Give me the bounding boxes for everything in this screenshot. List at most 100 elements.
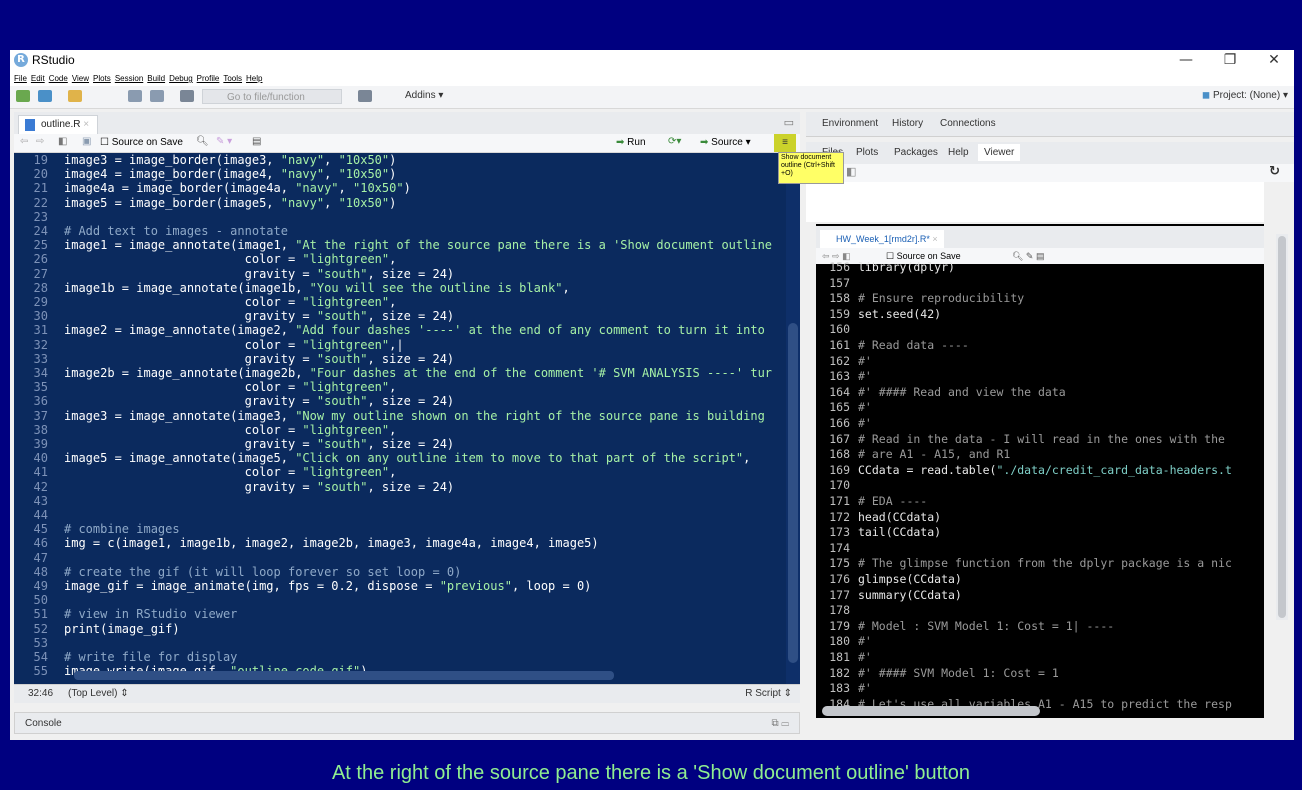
goto-file-input[interactable]: Go to file/function xyxy=(202,89,342,104)
code-line: color = "lightgreen",| xyxy=(64,338,404,352)
tab-environment[interactable]: Environment xyxy=(822,118,878,129)
code-line: glimpse(CCdata) xyxy=(858,572,962,588)
code-line: image3 = image_border(image3, "navy", "1… xyxy=(64,153,396,167)
code-token: , size = 24) xyxy=(367,351,455,366)
compile-report-icon[interactable]: ▤ xyxy=(252,136,261,147)
menu-item[interactable]: Profile xyxy=(197,72,220,86)
close-tab-icon[interactable]: × xyxy=(83,119,89,130)
scope-selector[interactable]: (Top Level) ⇕ xyxy=(68,685,129,703)
forward-icon[interactable]: ⇨ xyxy=(36,136,44,147)
document-outline-icon[interactable]: ≡ xyxy=(774,134,796,152)
scope-label: (Top Level) xyxy=(68,688,118,699)
viewer-vertical-scrollbar[interactable] xyxy=(1276,234,1288,620)
source-pane: outline.R × ▭ ⇦ ⇨ ◧ ▣ ☐ Source on Save 🔍… xyxy=(14,112,800,734)
menu-item[interactable]: File xyxy=(14,72,27,86)
menu-bar: File Edit Code View Plots Session Build Debug Pr… xyxy=(10,72,1294,86)
code-line: head(CCdata) xyxy=(858,510,941,526)
line-number: 38 xyxy=(33,422,48,437)
save-file-icon[interactable]: ▣ xyxy=(82,136,91,147)
tab-help[interactable]: Help xyxy=(948,147,969,158)
code-token: "navy" xyxy=(295,181,339,196)
menu-item[interactable]: Plots xyxy=(93,72,111,86)
open-file-icon[interactable] xyxy=(68,90,82,102)
line-number: 52 xyxy=(33,621,48,636)
line-number: 19 xyxy=(33,153,48,167)
code-token: ) xyxy=(389,195,397,210)
line-number: 55 xyxy=(33,664,48,679)
rerun-icon[interactable]: ⟳▾ xyxy=(668,136,681,147)
pane-maximize-icon[interactable]: ▭ xyxy=(784,116,794,129)
environment-tabs: Environment History Connections xyxy=(806,112,1294,137)
console-restore-icon[interactable]: ⧉ ▭ xyxy=(771,713,789,735)
scroll-thumb[interactable] xyxy=(788,323,798,663)
line-number: 29 xyxy=(33,295,48,309)
code-line: image1 = image_annotate(image1, "At the … xyxy=(64,238,772,252)
tab-history[interactable]: History xyxy=(892,118,923,129)
menu-item[interactable]: Edit xyxy=(31,72,45,86)
code-token: ) xyxy=(403,181,411,196)
viewer-horizontal-scrollbar[interactable] xyxy=(822,706,1040,716)
save-all-icon[interactable] xyxy=(150,90,164,102)
menu-item[interactable]: View xyxy=(72,72,89,86)
tab-packages[interactable]: Packages xyxy=(894,147,938,158)
code-token: # Model : SVM Model 1: Cost = 1| ---- xyxy=(858,618,1115,633)
restore-button[interactable]: ❐ xyxy=(1210,50,1250,72)
code-line: image4 = image_border(image4, "navy", "1… xyxy=(64,167,396,181)
minimize-button[interactable]: — xyxy=(1166,50,1206,72)
viewer-export-icon[interactable]: ◧ xyxy=(846,165,856,178)
code-token: , xyxy=(389,465,397,480)
code-token: "10x50" xyxy=(338,167,390,182)
editor-status-bar: 32:46 (Top Level) ⇕ R Script ⇕ xyxy=(14,684,800,703)
run-button[interactable]: ➡ Run xyxy=(616,137,646,148)
code-editor[interactable]: 19 image3 = image_border(image3, "navy", … xyxy=(14,153,800,684)
project-menu[interactable]: ◼ Project: (None) ▾ xyxy=(1202,90,1288,101)
line-number: 27 xyxy=(33,266,48,281)
line-number: 42 xyxy=(33,479,48,494)
code-line: # Read data ---- xyxy=(858,338,969,354)
console-pane[interactable]: Console ⧉ ▭ xyxy=(14,712,800,734)
menu-item[interactable]: Tools xyxy=(223,72,242,86)
menu-item[interactable]: Help xyxy=(246,72,262,86)
tab-connections[interactable]: Connections xyxy=(940,118,996,129)
tab-outline-r[interactable]: outline.R × xyxy=(18,115,99,134)
line-number: 166 xyxy=(829,416,850,430)
new-file-icon[interactable] xyxy=(16,90,30,102)
print-icon[interactable] xyxy=(180,90,194,102)
code-token: "lightgreen" xyxy=(302,252,390,267)
search-icon[interactable]: 🔍︎ xyxy=(196,136,209,147)
file-type-selector[interactable]: R Script ⇕ xyxy=(745,685,792,703)
code-token: "south" xyxy=(316,309,368,324)
code-token: "You will see the outline is blank" xyxy=(309,280,563,295)
close-button[interactable]: ✕ xyxy=(1254,50,1294,72)
menu-item[interactable]: Code xyxy=(49,72,68,86)
new-project-icon[interactable] xyxy=(38,90,52,102)
menu-item[interactable]: Debug xyxy=(169,72,193,86)
back-icon[interactable]: ⇦ xyxy=(20,136,28,147)
menu-item[interactable]: Session xyxy=(115,72,143,86)
line-number: 179 xyxy=(829,618,850,633)
editor-horizontal-scrollbar[interactable] xyxy=(74,671,614,680)
viewer-scroll-thumb[interactable] xyxy=(1278,236,1286,618)
show-in-window-icon[interactable]: ◧ xyxy=(58,136,67,147)
line-number: 54 xyxy=(33,650,48,664)
line-number: 48 xyxy=(33,564,48,579)
addins-menu[interactable]: Addins ▾ xyxy=(405,90,443,101)
source-button[interactable]: ➡ Source ▾ xyxy=(700,137,751,148)
code-token: color = xyxy=(64,465,303,480)
code-token: # combine images xyxy=(64,522,180,537)
grid-icon[interactable] xyxy=(358,90,372,102)
code-tools-icon[interactable]: ✎ ▾ xyxy=(216,136,232,147)
source-on-save-checkbox[interactable]: ☐ Source on Save xyxy=(100,137,183,148)
line-number: 170 xyxy=(829,478,850,493)
code-token: gravity = xyxy=(64,437,317,451)
save-icon[interactable] xyxy=(128,90,142,102)
tab-viewer[interactable]: Viewer xyxy=(978,144,1021,161)
line-number: 36 xyxy=(33,394,48,409)
tab-plots[interactable]: Plots xyxy=(856,147,878,158)
code-line: # EDA ---- xyxy=(858,494,927,510)
editor-vertical-scrollbar[interactable] xyxy=(786,153,800,684)
code-token: , xyxy=(389,295,397,309)
refresh-icon[interactable]: ↻ xyxy=(1269,164,1280,179)
line-number: 178 xyxy=(829,603,850,618)
menu-item[interactable]: Build xyxy=(147,72,165,86)
